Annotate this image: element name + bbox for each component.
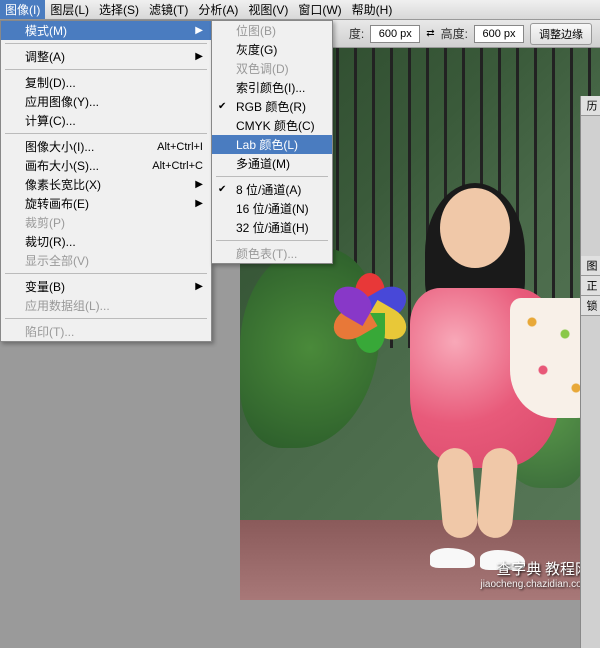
panel-lock[interactable]: 锁 [581, 296, 600, 316]
watermark-title: 查字典 教程网 [480, 558, 590, 579]
menu-crop: 裁剪(P) [1, 213, 211, 232]
panel-history[interactable]: 历 [581, 96, 600, 116]
mode-submenu: 位图(B) 灰度(G) 双色调(D) 索引颜色(I)... ✔RGB 颜色(R)… [211, 20, 333, 264]
submenu-arrow-icon: ▶ [195, 25, 203, 36]
menu-help[interactable]: 帮助(H) [347, 0, 398, 19]
height-input[interactable] [474, 25, 524, 43]
menu-apply-dataset: 应用数据组(L)... [1, 296, 211, 315]
mode-16bit[interactable]: 16 位/通道(N) [212, 199, 332, 218]
refine-edge-button[interactable]: 调整边缘 [530, 23, 592, 45]
menu-canvas-size[interactable]: 画布大小(S)...Alt+Ctrl+C [1, 156, 211, 175]
swap-icon[interactable]: ⇄ [426, 28, 434, 39]
menu-window[interactable]: 窗口(W) [293, 0, 346, 19]
mode-32bit[interactable]: 32 位/通道(H) [212, 218, 332, 237]
menu-apply-image[interactable]: 应用图像(Y)... [1, 92, 211, 111]
submenu-arrow-icon: ▶ [195, 281, 203, 292]
watermark-url: jiaocheng.chazidian.com [480, 579, 590, 590]
menu-view[interactable]: 视图(V) [243, 0, 293, 19]
submenu-arrow-icon: ▶ [195, 198, 203, 209]
mode-cmyk[interactable]: CMYK 颜色(C) [212, 116, 332, 135]
mode-grayscale[interactable]: 灰度(G) [212, 40, 332, 59]
menu-filter[interactable]: 滤镜(T) [144, 0, 193, 19]
mode-indexed[interactable]: 索引颜色(I)... [212, 78, 332, 97]
menu-layer[interactable]: 图层(L) [45, 0, 94, 19]
menu-analysis[interactable]: 分析(A) [193, 0, 243, 19]
mode-duotone: 双色调(D) [212, 59, 332, 78]
menu-mode[interactable]: 模式(M)▶ [1, 21, 211, 40]
menu-variables[interactable]: 变量(B)▶ [1, 277, 211, 296]
mode-multichannel[interactable]: 多通道(M) [212, 154, 332, 173]
menu-reveal-all: 显示全部(V) [1, 251, 211, 270]
panel-normal[interactable]: 正 [581, 276, 600, 296]
width-label: 度: [349, 25, 364, 42]
mode-8bit[interactable]: ✔8 位/通道(A) [212, 180, 332, 199]
mode-lab[interactable]: Lab 颜色(L) [212, 135, 332, 154]
check-icon: ✔ [218, 184, 226, 195]
mode-colortable: 颜色表(T)... [212, 244, 332, 263]
menu-trap: 陷印(T)... [1, 322, 211, 341]
menu-duplicate[interactable]: 复制(D)... [1, 73, 211, 92]
panel-dock: 历 图 正 锁 [580, 96, 600, 648]
menu-pixel-ratio[interactable]: 像素长宽比(X)▶ [1, 175, 211, 194]
panel-layers[interactable]: 图 [581, 256, 600, 276]
image-menu-dropdown: 模式(M)▶ 调整(A)▶ 复制(D)... 应用图像(Y)... 计算(C).… [0, 20, 212, 342]
photo-subject [380, 188, 580, 568]
check-icon: ✔ [218, 101, 226, 112]
width-input[interactable] [370, 25, 420, 43]
menu-rotate-canvas[interactable]: 旋转画布(E)▶ [1, 194, 211, 213]
menu-select[interactable]: 选择(S) [94, 0, 144, 19]
menu-trim[interactable]: 裁切(R)... [1, 232, 211, 251]
photo-pinwheel [330, 268, 410, 348]
watermark: 查字典 教程网 jiaocheng.chazidian.com [480, 558, 590, 590]
mode-bitmap: 位图(B) [212, 21, 332, 40]
mode-rgb[interactable]: ✔RGB 颜色(R) [212, 97, 332, 116]
menu-image-size[interactable]: 图像大小(I)...Alt+Ctrl+I [1, 137, 211, 156]
submenu-arrow-icon: ▶ [195, 51, 203, 62]
menu-image[interactable]: 图像(I) [0, 0, 45, 19]
submenu-arrow-icon: ▶ [195, 179, 203, 190]
menu-calculations[interactable]: 计算(C)... [1, 111, 211, 130]
height-label: 高度: [441, 25, 468, 42]
menubar: 图像(I) 图层(L) 选择(S) 滤镜(T) 分析(A) 视图(V) 窗口(W… [0, 0, 600, 20]
menu-adjustments[interactable]: 调整(A)▶ [1, 47, 211, 66]
